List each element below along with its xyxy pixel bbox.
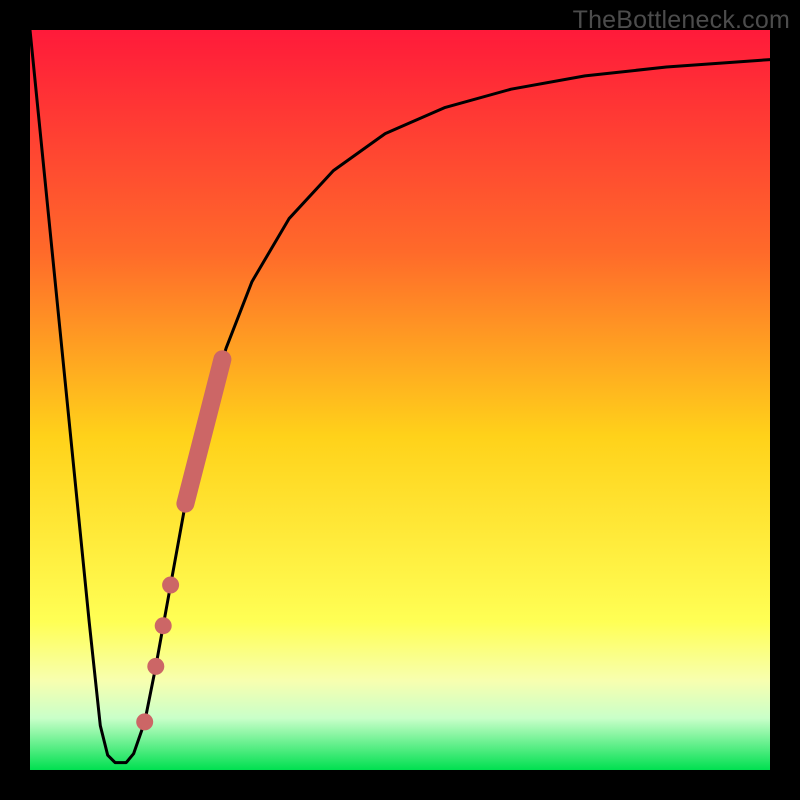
watermark-text: TheBottleneck.com [573,6,790,35]
highlight-segment [185,359,222,503]
highlight-dot [136,713,153,730]
highlight-dot [155,617,172,634]
highlight-dot [162,577,179,594]
chart-overlay [30,30,770,770]
chart-frame: TheBottleneck.com [0,0,800,800]
highlight-dot [147,658,164,675]
bottleneck-curve [30,30,770,763]
